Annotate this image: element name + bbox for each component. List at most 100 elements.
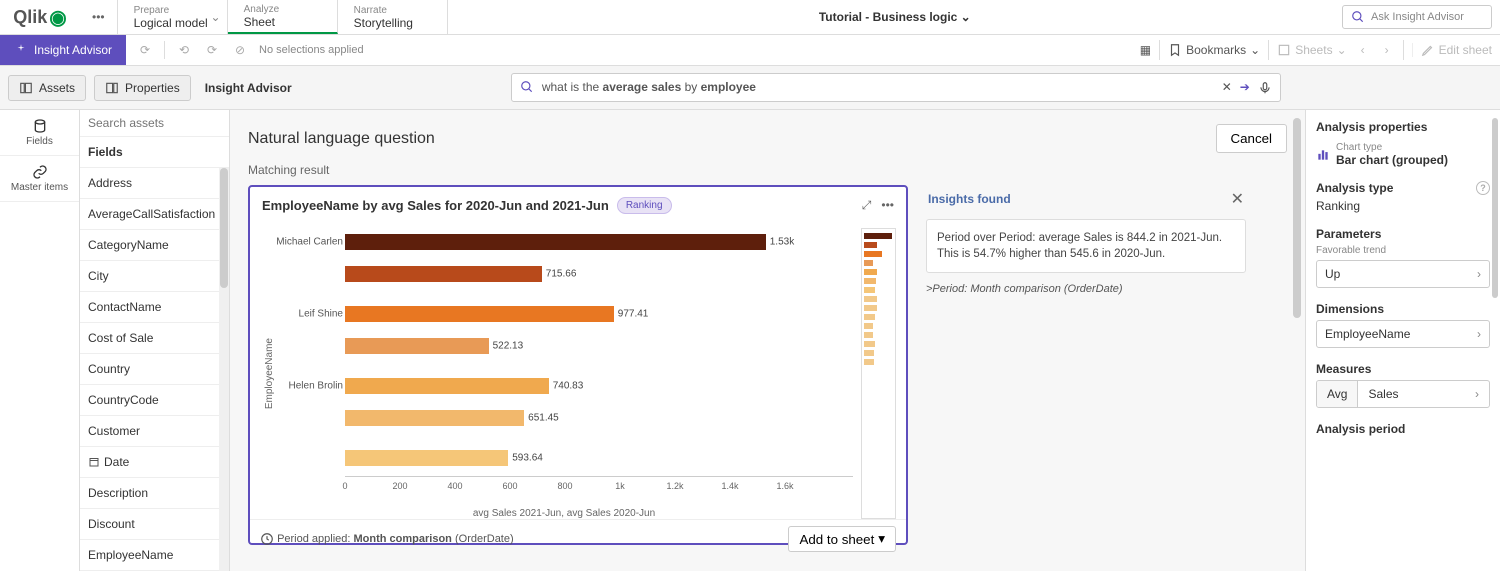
fullscreen-icon[interactable]: ⤢	[862, 198, 872, 213]
fields-rail-item[interactable]: Fields	[0, 110, 79, 156]
panel-icon	[19, 81, 33, 95]
field-item[interactable]: EmployeeName	[80, 540, 219, 571]
sparkle-icon	[14, 43, 28, 57]
measure-field[interactable]: Sales›	[1358, 381, 1489, 407]
dimension-select[interactable]: EmployeeName›	[1316, 320, 1490, 348]
search-icon	[520, 80, 534, 94]
period-value: Month comparison	[354, 533, 452, 545]
chart-type-value: Bar chart (grouped)	[1336, 153, 1448, 167]
card-more-icon[interactable]: •••	[881, 198, 894, 213]
x-tick: 600	[502, 481, 517, 491]
x-tick: 1k	[615, 481, 625, 491]
bar-row: 593.64	[345, 444, 853, 472]
nav-tab-narrate[interactable]: Narrate Storytelling	[338, 0, 448, 34]
fields-search[interactable]	[80, 110, 229, 137]
field-item[interactable]: CategoryName	[80, 230, 219, 261]
insight-advisor-button[interactable]: Insight Advisor	[0, 35, 126, 65]
insight-bar: Assets Properties Insight Advisor what i…	[0, 66, 1500, 110]
chart-minimap[interactable]	[861, 228, 896, 519]
period-label: Period applied:	[277, 533, 350, 545]
favorable-trend-select[interactable]: Up›	[1316, 260, 1490, 288]
field-item[interactable]: Discount	[80, 509, 219, 540]
selections-tool-icon[interactable]: ▦	[1140, 43, 1151, 57]
database-icon	[32, 118, 48, 134]
prev-sheet-icon: ‹	[1355, 43, 1371, 57]
caret-down-icon: ▾	[878, 531, 885, 547]
nav-tab-analyze[interactable]: Analyze Sheet	[228, 0, 338, 34]
field-item[interactable]: Date	[80, 447, 219, 478]
properties-title: Analysis properties	[1316, 120, 1490, 134]
cancel-button[interactable]: Cancel	[1216, 124, 1288, 153]
analysis-type-pill: Ranking	[617, 197, 672, 214]
x-tick: 1.6k	[776, 481, 793, 491]
main-area: Fields Master items Fields AddressAverag…	[0, 110, 1500, 571]
ask-insight-input[interactable]: Ask Insight Advisor	[1342, 5, 1492, 29]
period-paren: (OrderDate)	[455, 533, 514, 545]
nlq-search-input[interactable]: what is the average sales by employee ✕ …	[511, 73, 1281, 102]
panel-right-icon	[105, 81, 119, 95]
field-item[interactable]: Description	[80, 478, 219, 509]
bar-row: 715.66	[345, 260, 853, 288]
properties-scrollbar[interactable]	[1492, 118, 1498, 563]
field-item[interactable]: CountryCode	[80, 385, 219, 416]
smart-search-icon[interactable]: ⟳	[136, 43, 154, 57]
help-icon[interactable]: ?	[1476, 181, 1490, 195]
field-item[interactable]: Cost of Sale	[80, 323, 219, 354]
field-item[interactable]: ContactName	[80, 292, 219, 323]
field-item[interactable]: Country	[80, 354, 219, 385]
master-items-rail-item[interactable]: Master items	[0, 156, 79, 202]
pencil-icon	[1421, 43, 1435, 57]
chart-card: EmployeeName by avg Sales for 2020-Jun a…	[248, 185, 908, 545]
properties-button[interactable]: Properties	[94, 75, 191, 101]
nav-tab-prepare[interactable]: Prepare Logical model ⌄	[118, 0, 228, 34]
bookmarks-button[interactable]: Bookmarks ⌄	[1168, 43, 1260, 57]
y-axis-label: EmployeeName	[260, 338, 275, 409]
step-back-icon: ⟲	[175, 43, 193, 57]
bar-category-label: Leif Shine	[275, 309, 343, 320]
results-area: Natural language question Cancel Matchin…	[230, 110, 1305, 571]
sheet-icon	[1277, 43, 1291, 57]
submit-search-icon[interactable]: ➔	[1240, 80, 1250, 94]
bar-chart: Michael Carlen1.53k715.66Leif Shine977.4…	[275, 228, 853, 476]
add-to-sheet-button[interactable]: Add to sheet ▾	[788, 526, 896, 552]
bar-row: Michael Carlen1.53k	[345, 228, 853, 256]
chart-title: EmployeeName by avg Sales for 2020-Jun a…	[262, 198, 609, 213]
bar-segment[interactable]	[345, 234, 766, 250]
search-icon	[1351, 10, 1365, 24]
insight-advisor-label: Insight Advisor	[205, 81, 292, 95]
bar-segment[interactable]	[345, 450, 508, 466]
link-icon	[32, 164, 48, 180]
app-title[interactable]: Tutorial - Business logic ⌄	[448, 10, 1342, 24]
bar-segment[interactable]	[345, 266, 542, 282]
bar-value-label: 522.13	[493, 341, 524, 352]
bar-value-label: 977.41	[618, 309, 649, 320]
bar-segment[interactable]	[345, 378, 549, 394]
fields-search-input[interactable]	[88, 116, 221, 130]
field-item[interactable]: Address	[80, 168, 219, 199]
clear-search-icon[interactable]: ✕	[1222, 80, 1232, 94]
close-insights-icon[interactable]: ✕	[1231, 189, 1244, 209]
chevron-down-icon: ⌄	[211, 10, 221, 24]
center-scrollbar[interactable]	[1293, 110, 1301, 571]
chevron-down-icon: ⌄	[961, 10, 971, 24]
insights-title: Insights found	[928, 192, 1011, 206]
assets-button[interactable]: Assets	[8, 75, 86, 101]
logo[interactable]: Qlik◉	[0, 5, 80, 30]
bar-row: Leif Shine977.41	[345, 300, 853, 328]
field-item[interactable]: Customer	[80, 416, 219, 447]
more-menu-icon[interactable]: •••	[80, 0, 118, 34]
insight-note: >Period: Month comparison (OrderDate)	[926, 283, 1246, 295]
bar-segment[interactable]	[345, 410, 524, 426]
fields-scrollbar[interactable]	[219, 168, 229, 571]
bar-segment[interactable]	[345, 338, 489, 354]
bar-segment[interactable]	[345, 306, 614, 322]
field-item[interactable]: City	[80, 261, 219, 292]
x-axis: 02004006008001k1.2k1.4k1.6k	[345, 476, 853, 506]
bar-category-label: Michael Carlen	[275, 237, 343, 248]
field-item[interactable]: AverageCallSatisfaction	[80, 199, 219, 230]
clock-icon	[260, 532, 274, 546]
x-tick: 1.2k	[666, 481, 683, 491]
microphone-icon[interactable]	[1258, 80, 1272, 95]
measure-agg[interactable]: Avg	[1317, 381, 1358, 407]
measure-select[interactable]: Avg Sales›	[1316, 380, 1490, 408]
